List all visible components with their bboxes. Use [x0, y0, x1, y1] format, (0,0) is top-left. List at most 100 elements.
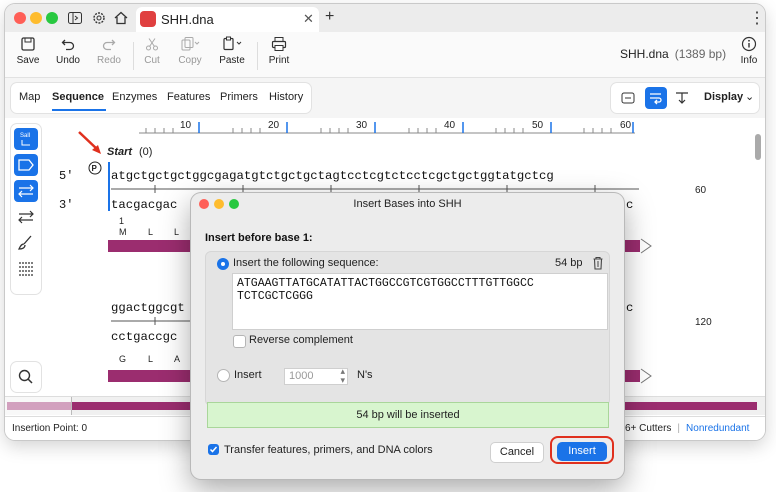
show-features-icon[interactable]: [14, 154, 38, 176]
ruler-tick-50: 50: [532, 120, 544, 131]
view-tabs: Map Sequence Enzymes Features Primers Hi…: [11, 83, 311, 113]
reverse-complement-label: Reverse complement: [249, 334, 353, 346]
insert-sequence-label: Insert the following sequence:: [233, 257, 379, 269]
trash-icon[interactable]: [592, 256, 604, 270]
promoter-marker-icon: P: [88, 161, 102, 175]
print-button[interactable]: Print: [259, 36, 299, 66]
feature-arrow-icon: [640, 368, 652, 384]
amino-acid: L: [174, 227, 180, 237]
top-strand-row2-tail: c: [626, 301, 634, 315]
insert-n-label: Insert: [234, 369, 262, 381]
view-bar: Map Sequence Enzymes Features Primers Hi…: [5, 78, 765, 118]
cut-label: Cut: [144, 55, 160, 66]
insert-position-heading: Insert before base 1:: [205, 232, 313, 244]
gear-icon[interactable]: [91, 10, 107, 26]
document-tab[interactable]: SHH.dna ✕: [136, 7, 319, 32]
wrap-sequence-icon[interactable]: [645, 87, 667, 109]
home-icon[interactable]: [113, 10, 129, 26]
insertion-cursor: [108, 162, 110, 211]
start-label: Start: [107, 146, 133, 158]
info-button[interactable]: Info: [729, 36, 765, 66]
redo-button[interactable]: Redo: [89, 36, 129, 66]
tab-primers[interactable]: Primers: [220, 91, 258, 103]
redo-label: Redo: [97, 55, 121, 66]
search-button[interactable]: [11, 362, 41, 392]
sidebar-toggle-icon[interactable]: [67, 10, 83, 26]
shh-feature-row1[interactable]: [108, 240, 198, 252]
svg-text:SalI: SalI: [20, 133, 31, 139]
reverse-complement-checkbox[interactable]: [233, 335, 246, 348]
cutters-filter[interactable]: 6+ Cutters: [625, 423, 671, 434]
transfer-features-label: Transfer features, primers, and DNA colo…: [224, 444, 433, 456]
close-window-button[interactable]: [14, 12, 26, 24]
zoom-window-button[interactable]: [46, 12, 58, 24]
insert-options-box: Insert the following sequence: 54 bp ATG…: [205, 251, 610, 406]
tab-features[interactable]: Features: [167, 91, 210, 103]
show-complement-icon[interactable]: [14, 206, 38, 228]
copy-icon: [181, 37, 200, 51]
insert-summary-banner: 54 bp will be inserted: [207, 402, 609, 428]
top-strand-row2[interactable]: ggactggcgt: [111, 301, 185, 315]
amino-acid: L: [148, 354, 154, 364]
toolbar: Save Undo Redo Cut Copy Paste Print SHH.…: [5, 32, 765, 78]
n-suffix-label: N's: [357, 369, 373, 381]
row2-end-position: 120: [695, 317, 712, 328]
sequence-textarea[interactable]: ATGAAGTTATGCATATTACTGGCCGTCGTGGCCTTTGTTG…: [232, 273, 608, 330]
tab-close-icon[interactable]: ✕: [303, 11, 314, 27]
insert-n-radio[interactable]: [217, 369, 230, 382]
checkmark-icon: [209, 446, 218, 453]
title-bar: SHH.dna ✕ + ⋮: [5, 4, 765, 33]
overview-viewport[interactable]: [5, 397, 72, 415]
show-enzymes-icon[interactable]: SalI: [14, 128, 38, 150]
n-count-placeholder: 1000: [289, 370, 314, 382]
document-length: (1389 bp): [674, 47, 727, 61]
document-name: SHH.dna: [620, 47, 669, 61]
tab-map[interactable]: Map: [19, 91, 40, 103]
show-primers-icon[interactable]: [14, 180, 38, 202]
sequence-text-line2: TCTCGCTCGGG: [237, 290, 313, 303]
new-tab-button[interactable]: +: [325, 8, 334, 26]
redo-icon: [102, 39, 116, 51]
paste-button[interactable]: Paste: [212, 36, 252, 66]
amino-acid: G: [119, 354, 127, 364]
paste-icon: [223, 36, 242, 51]
view-options: Display ⌄: [611, 83, 759, 113]
search-icon: [18, 369, 33, 384]
printer-icon: [271, 37, 287, 51]
feature-arrow-icon: [640, 238, 652, 254]
tab-sequence[interactable]: Sequence: [52, 91, 104, 103]
insert-sequence-radio[interactable]: [217, 258, 229, 270]
stepper-arrows-icon[interactable]: ▴ ▾: [340, 367, 345, 385]
save-label: Save: [16, 55, 40, 66]
transfer-features-checkbox[interactable]: [208, 444, 219, 455]
linear-map-icon[interactable]: [617, 87, 639, 109]
top-strand-row1[interactable]: atgctgctgctggcgagatgtctgctgctagtcctcgtct…: [111, 169, 554, 183]
shh-feature-row2[interactable]: [108, 370, 198, 382]
translation-icon[interactable]: [14, 258, 38, 280]
paste-label: Paste: [219, 55, 245, 66]
n-count-stepper[interactable]: 1000 ▴ ▾: [284, 367, 348, 385]
tab-enzymes[interactable]: Enzymes: [112, 91, 157, 103]
copy-button[interactable]: Copy: [170, 36, 210, 66]
sequence-text-line1: ATGAAGTTATGCATATTACTGGCCGTCGTGGCCTTTGTTG…: [237, 277, 534, 290]
vertical-scrollbar[interactable]: [755, 134, 761, 160]
fit-width-icon[interactable]: [671, 87, 693, 109]
paintbrush-icon[interactable]: [14, 232, 38, 254]
cancel-button[interactable]: Cancel: [490, 442, 544, 463]
display-menu-button[interactable]: Display: [704, 91, 743, 103]
status-divider: |: [677, 423, 681, 434]
undo-button[interactable]: Undo: [48, 36, 88, 66]
info-icon: [741, 36, 757, 52]
svg-text:P: P: [92, 164, 98, 173]
minimize-window-button[interactable]: [30, 12, 42, 24]
bottom-strand-row1[interactable]: tacgacgac: [111, 198, 177, 212]
more-menu-icon[interactable]: ⋮: [749, 8, 765, 28]
amino-acid: M: [119, 227, 127, 237]
nonredundant-filter[interactable]: Nonredundant: [686, 423, 749, 434]
save-button[interactable]: Save: [8, 36, 48, 66]
bottom-strand-row2[interactable]: cctgaccgc: [111, 330, 177, 344]
tab-history[interactable]: History: [269, 91, 303, 103]
callout-arrow-icon: [78, 131, 101, 154]
cut-button[interactable]: Cut: [132, 36, 172, 66]
ruler-tick-60: 60: [620, 120, 632, 131]
